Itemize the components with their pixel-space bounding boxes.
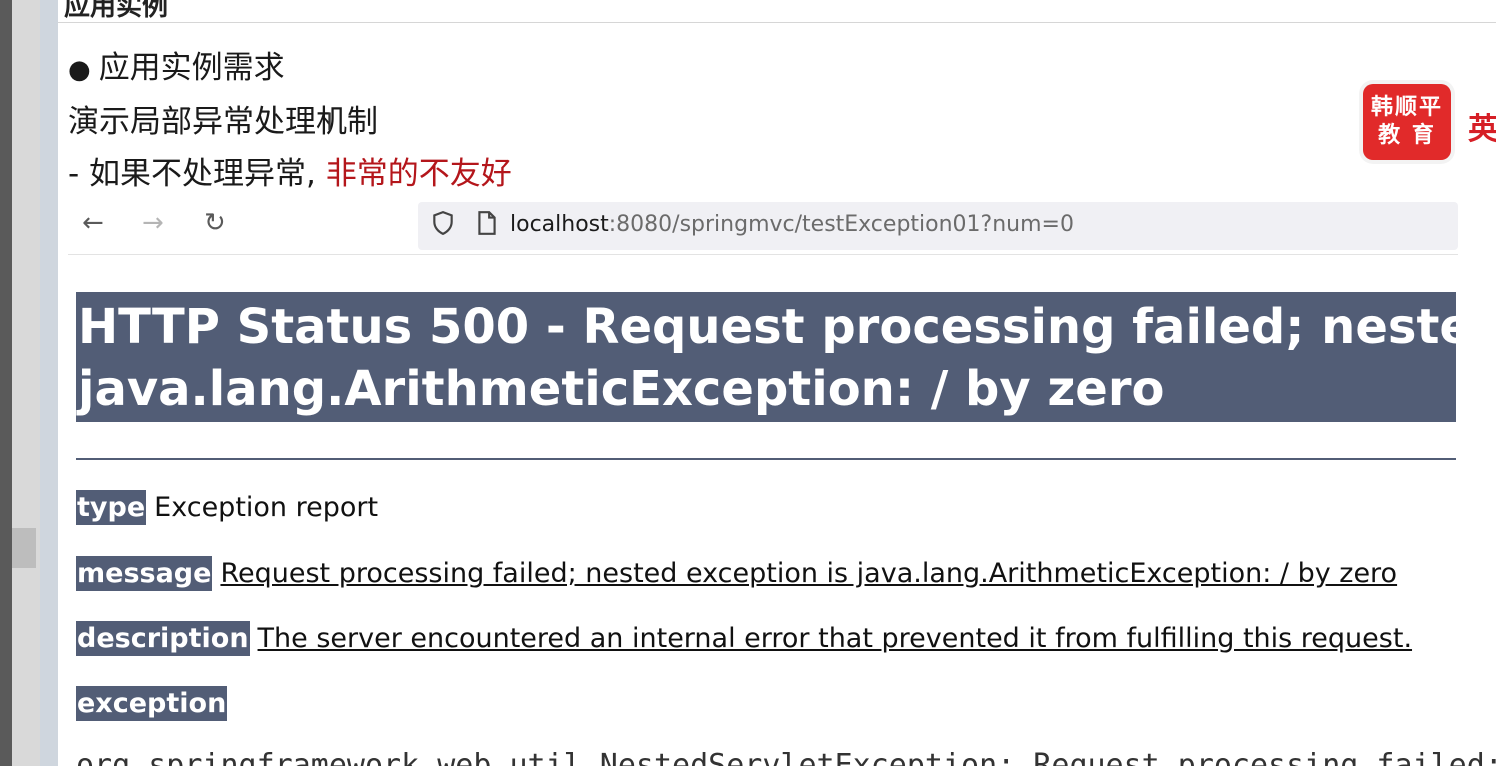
unhandled-prefix: - 如果不处理异常, [68,156,316,192]
forward-icon[interactable]: → [142,208,164,238]
slide-title: 应用实例 [64,0,169,22]
url-text[interactable]: localhost:8080/springmvc/testException01… [510,212,1074,237]
error-heading-line1: HTTP Status 500 - Request processing fai… [78,299,1456,355]
bullet-text: 应用实例需求 [98,50,285,86]
stack-trace: org.springframework.web.util.NestedServl… [76,748,1496,766]
left-divider [40,0,59,766]
error-heading: HTTP Status 500 - Request processing fai… [76,292,1456,422]
shield-icon[interactable] [430,210,456,242]
bullet-icon: ● [68,55,91,85]
type-label: type [76,490,147,525]
back-icon[interactable]: ← [82,208,104,238]
scrollbar-thumb[interactable] [12,528,36,568]
left-scroll-panel [12,0,40,766]
url-host: localhost [510,212,609,237]
url-bar[interactable]: localhost:8080/springmvc/testException01… [418,202,1458,250]
message-value: Request processing failed; nested except… [220,558,1398,589]
exception-label: exception [76,686,228,721]
exception-row: exception [76,686,235,721]
type-row: type Exception report [76,490,379,525]
text-cursor-icon: I [326,108,334,136]
unhandled-line: - 如果不处理异常, 非常的不友好 [68,148,512,193]
reload-icon[interactable]: ↻ [204,208,226,238]
bullet-line: ● 应用实例需求 [68,42,285,87]
title-divider [58,22,1496,23]
error-heading-line2: java.lang.ArithmeticException: / by zero [78,361,1165,417]
message-row: message Request processing failed; nested… [76,556,1398,591]
left-dark-strip [0,0,12,766]
message-label: message [76,556,213,591]
browser-toolbar: ← → ↻ localhost:8080/springmvc/testExcep… [68,196,1458,255]
type-value: Exception report [154,492,379,523]
unhandled-red-text: 非常的不友好 [325,156,512,192]
url-path: :8080/springmvc/testException01?num=0 [608,212,1074,237]
error-divider [76,458,1456,460]
logo-side-text: 英 [1468,112,1496,147]
description-value: The server encountered an internal error… [257,623,1413,654]
brand-logo: 韩顺平 教 育 [1363,84,1451,160]
page-icon [476,210,498,242]
description-label: description [76,621,250,656]
logo-bottom-text: 教 育 [1378,123,1436,148]
slide: 应用实例 ● 应用实例需求 演示局部异常处理机制 I - 如果不处理异常, 非常的… [58,0,1496,766]
logo-top-text: 韩顺平 [1370,95,1443,120]
description-row: description The server encountered an int… [76,621,1413,656]
